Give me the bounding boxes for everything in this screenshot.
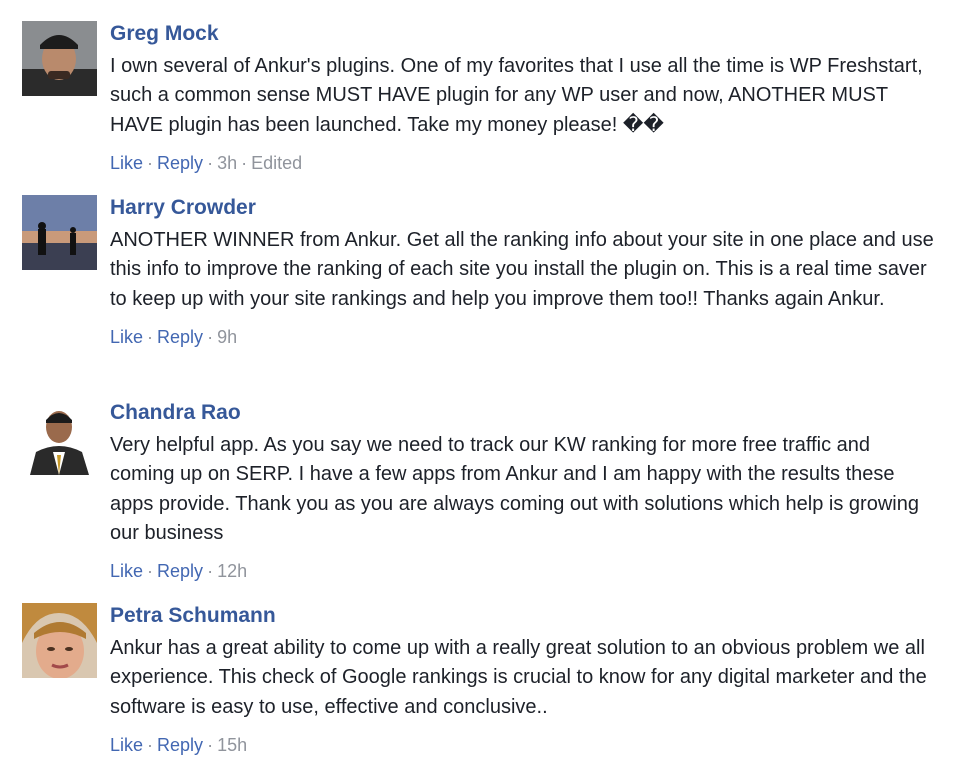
avatar[interactable] (22, 603, 97, 678)
separator-dot: · (207, 326, 214, 347)
reply-button[interactable]: Reply (157, 735, 203, 755)
like-button[interactable]: Like (110, 561, 143, 581)
avatar[interactable] (22, 400, 97, 475)
comment-timestamp[interactable]: 9h (217, 327, 237, 347)
comment-actions: Like · Reply · 12h (110, 560, 940, 582)
separator-dot: · (147, 152, 154, 173)
separator-dot: · (147, 561, 154, 582)
like-button[interactable]: Like (110, 327, 143, 347)
separator-dot: · (147, 734, 154, 755)
separator-dot: · (207, 561, 214, 582)
like-button[interactable]: Like (110, 153, 143, 173)
reply-button[interactable]: Reply (157, 327, 203, 347)
separator-dot: · (147, 326, 154, 347)
comment-author[interactable]: Chandra Rao (110, 400, 241, 426)
comment-timestamp[interactable]: 15h (217, 735, 247, 755)
user-avatar-icon (22, 195, 97, 270)
user-avatar-icon (22, 400, 97, 475)
separator-dot: · (207, 734, 214, 755)
comment-text: ANOTHER WINNER from Ankur. Get all the r… (110, 229, 934, 310)
user-avatar-icon (22, 603, 97, 678)
reply-button[interactable]: Reply (157, 153, 203, 173)
separator-dot: · (241, 152, 248, 173)
avatar[interactable] (22, 21, 97, 96)
comment-actions: Like · Reply · 15h (110, 734, 940, 756)
user-avatar-icon (22, 21, 97, 96)
comment-author[interactable]: Harry Crowder (110, 195, 256, 221)
comment-author[interactable]: Petra Schumann (110, 603, 276, 629)
comment-timestamp[interactable]: 3h (217, 153, 237, 173)
comment-actions: Like · Reply · 3h · Edited (110, 152, 940, 174)
comment-text: Very helpful app. As you say we need to … (110, 434, 919, 544)
like-button[interactable]: Like (110, 735, 143, 755)
comment-timestamp[interactable]: 12h (217, 561, 247, 581)
edited-label[interactable]: Edited (251, 153, 302, 173)
avatar[interactable] (22, 195, 97, 270)
reply-button[interactable]: Reply (157, 561, 203, 581)
comment-text: I own several of Ankur's plugins. One of… (110, 55, 923, 136)
separator-dot: · (207, 152, 214, 173)
comment-author[interactable]: Greg Mock (110, 21, 219, 47)
comment-actions: Like · Reply · 9h (110, 326, 940, 348)
comment-text: Ankur has a great ability to come up wit… (110, 637, 927, 718)
